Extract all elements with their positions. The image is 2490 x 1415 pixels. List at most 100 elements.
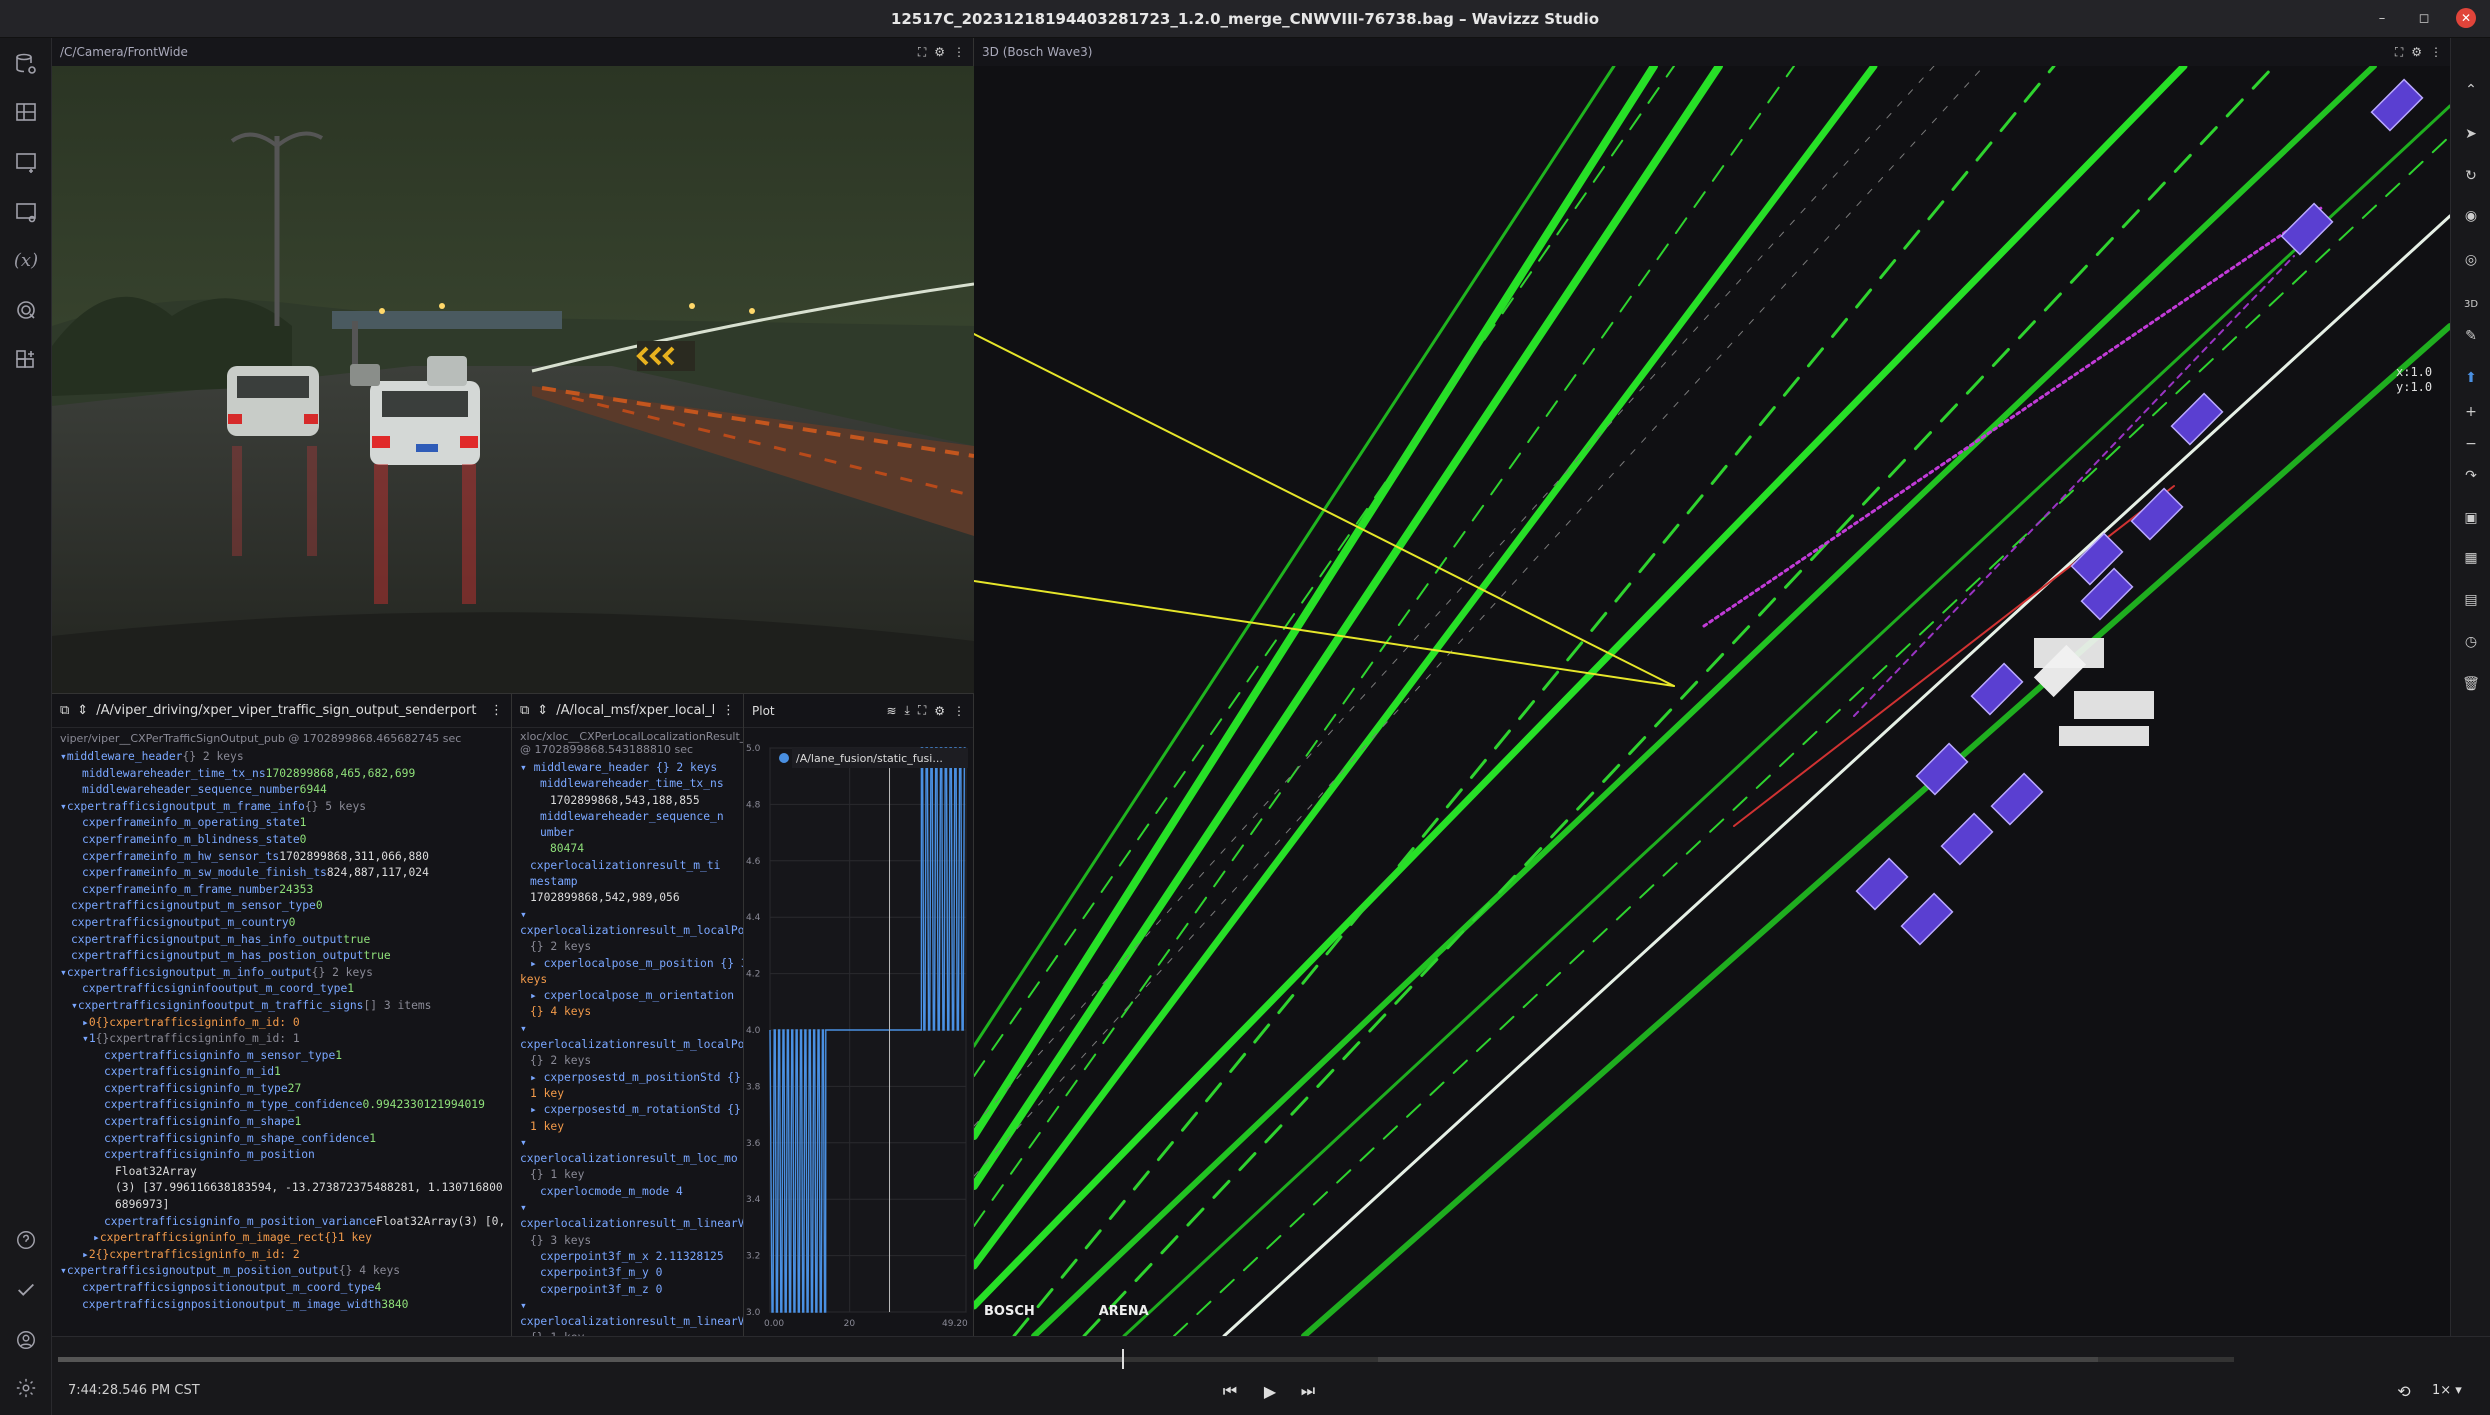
- split-icon[interactable]: ⛶: [2395, 45, 2403, 60]
- database-gear-icon[interactable]: [12, 50, 40, 78]
- expand-toggle-icon[interactable]: ▾: [71, 999, 78, 1012]
- tree-row: (3) [37.99611663818359​4, -13.2738723754…: [56, 1180, 507, 1197]
- msg1-topic[interactable]: /A/viper_driving/xper_viper_traffic_sign…: [96, 703, 482, 718]
- minimize-button[interactable]: –: [2372, 8, 2392, 28]
- split-icon[interactable]: ⛶: [918, 45, 926, 60]
- sort-icon[interactable]: ⇕: [77, 703, 88, 718]
- expand-toggle-icon[interactable]: ▾: [60, 1264, 67, 1277]
- msg2-topic[interactable]: /A/local_msf/xper_local_lo: [556, 703, 714, 718]
- expand-toggle-icon[interactable]: ▾: [60, 750, 67, 763]
- more-icon[interactable]: ⋮: [722, 703, 735, 718]
- skip-back-icon[interactable]: ⏮: [1218, 1379, 1242, 1403]
- panel-add-icon[interactable]: [12, 148, 40, 176]
- variables-icon[interactable]: (x): [12, 246, 40, 274]
- grid-icon[interactable]: ▦: [2461, 548, 2481, 568]
- settings-icon[interactable]: [12, 1374, 40, 1402]
- tree-row[interactable]: ▸2{}cxpertrafficsigninfo_m_id: 2: [56, 1247, 507, 1264]
- timeline-scrubber[interactable]: [58, 1349, 2234, 1369]
- coord-x: x:1.0: [2396, 365, 2433, 379]
- gear-icon[interactable]: ⚙: [2411, 45, 2422, 59]
- msg2-subtitle-line: xloc/xloc__CXPerLocalLocalizationResult_…: [520, 730, 743, 743]
- zoom-out-icon[interactable]: −: [2461, 434, 2481, 454]
- plot-chart[interactable]: 5.0 4.8 4.6 4.4 4.2 4.0 3.8 3.6 3.4 3.2 3.00.00 20 4…: [744, 728, 974, 1336]
- tree-row: ▸ cxperlocalpose_m_position {} 3: [530, 956, 744, 970]
- playback-speed[interactable]: 1× ▾: [2432, 1383, 2462, 1398]
- tree-key: cxpertrafficsignpositionoutput_m_coord_t…: [82, 1281, 375, 1294]
- tree-row: cxpertrafficsigninfooutput_m_coord_type1: [56, 981, 507, 998]
- loop-icon[interactable]: ⟲: [2392, 1379, 2416, 1403]
- reset-view-icon[interactable]: ↷: [2461, 466, 2481, 486]
- chart-icon[interactable]: ≋: [886, 704, 896, 718]
- rotate-icon[interactable]: ↻: [2461, 166, 2481, 186]
- tree-row[interactable]: ▾cxpertrafficsigninfooutput_m_traffic_si…: [56, 998, 507, 1015]
- help-icon[interactable]: [12, 1226, 40, 1254]
- more-icon[interactable]: ⋮: [953, 45, 965, 59]
- tree-key: cxperframeinfo_m_frame_number: [82, 882, 280, 896]
- tree-row: cxperlocalizationresult_m_linearVe: [520, 1217, 744, 1231]
- tree-key: cxpertrafficsignoutput_m_info_output: [66, 965, 312, 979]
- image-icon[interactable]: ▤: [2461, 590, 2481, 610]
- more-icon[interactable]: ⋮: [490, 703, 503, 718]
- download-icon[interactable]: ⤓: [905, 703, 910, 718]
- clock-icon[interactable]: ◷: [2461, 632, 2481, 652]
- copy-icon[interactable]: ⧉: [520, 703, 529, 718]
- skip-forward-icon[interactable]: ⏭: [1296, 1379, 1320, 1403]
- close-button[interactable]: ✕: [2456, 8, 2476, 28]
- check-icon[interactable]: [12, 1276, 40, 1304]
- expand-toggle-icon[interactable]: ▸: [82, 1016, 89, 1029]
- 3d-toggle-icon[interactable]: 3D: [2461, 294, 2481, 314]
- chevron-up-icon[interactable]: ⌃: [2461, 80, 2481, 100]
- tree-row: cxperlocmode_m_mode 4: [540, 1184, 683, 1198]
- tree-row: cxpertrafficsignoutput_m_sensor_type0: [56, 898, 507, 915]
- maximize-button[interactable]: ◻: [2414, 8, 2434, 28]
- tree-row[interactable]: ▾1{}cxpertrafficsigninfo_m_id: 1: [56, 1031, 507, 1048]
- expand-toggle-icon[interactable]: ▾: [60, 800, 67, 813]
- user-icon[interactable]: [12, 1326, 40, 1354]
- expand-toggle-icon[interactable]: ▸: [82, 1248, 89, 1261]
- tree-type: {}: [324, 1231, 338, 1245]
- extensions-icon[interactable]: [12, 296, 40, 324]
- map-icon[interactable]: ▣: [2461, 508, 2481, 528]
- tree-row[interactable]: ▾middleware_header{} 2 keys: [56, 749, 507, 766]
- ruler-icon[interactable]: ✎: [2461, 326, 2481, 346]
- expand-toggle-icon[interactable]: ▾: [60, 966, 67, 979]
- tree-key: middlewareheader_time_tx_ns: [82, 766, 266, 780]
- fullscreen-icon[interactable]: ⛶: [918, 703, 926, 718]
- timeline-cursor[interactable]: [1122, 1349, 1125, 1369]
- msg2-tree: ▾ middleware_header {} 2 keys middlewareh…: [512, 758, 743, 1336]
- x-tick-label: 20: [844, 1319, 856, 1329]
- more-icon[interactable]: ⋮: [953, 704, 965, 718]
- legend-label[interactable]: /A/lane_fusion/static_fusi...: [796, 752, 943, 765]
- tree-key: cxperframeinfo_m_sw_module_finish_ts: [82, 866, 327, 880]
- sort-icon[interactable]: ⇕: [537, 703, 548, 718]
- view-icon[interactable]: ◎: [2461, 250, 2481, 270]
- panel-settings-icon[interactable]: [12, 198, 40, 226]
- tree-row: {} 2 keys: [530, 940, 592, 954]
- tree-row[interactable]: ▾cxpertrafficsignoutput_m_info_output{} …: [56, 965, 507, 982]
- tree-row: {} 2 keys: [530, 1054, 592, 1068]
- playback-time[interactable]: 7:44:28.546 PM CST: [68, 1383, 200, 1398]
- tree-key: middleware_header: [66, 750, 183, 763]
- tree-row[interactable]: ▾cxpertrafficsignoutput_m_frame_info{} 5…: [56, 799, 507, 816]
- gear-icon[interactable]: ⚙: [934, 704, 945, 718]
- expand-toggle-icon[interactable]: ▾: [82, 1032, 89, 1045]
- tree-row[interactable]: ▸cxpertrafficsigninfo_m_image_rect{}1 ke…: [56, 1230, 507, 1247]
- zoom-in-icon[interactable]: +: [2461, 402, 2481, 422]
- 3d-scene[interactable]: [974, 66, 2450, 1336]
- tree-row[interactable]: ▸0{}cxpertrafficsigninfo_m_id: 0: [56, 1015, 507, 1032]
- tree-row[interactable]: ▾cxpertrafficsignoutput_m_position_outpu…: [56, 1263, 507, 1280]
- play-icon[interactable]: ▶: [1258, 1379, 1282, 1403]
- more-icon[interactable]: ⋮: [2430, 45, 2442, 59]
- gear-icon[interactable]: ⚙: [934, 45, 945, 59]
- layout-grid-icon[interactable]: [12, 98, 40, 126]
- select-icon[interactable]: ➤: [2461, 124, 2481, 144]
- mouse-icon[interactable]: ◉: [2461, 206, 2481, 226]
- expand-toggle-icon[interactable]: ▸: [93, 1231, 100, 1244]
- copy-icon[interactable]: ⧉: [60, 703, 69, 718]
- x-tick-label: 0.00: [764, 1319, 784, 1329]
- add-module-icon[interactable]: [12, 346, 40, 374]
- trash-icon[interactable]: 🗑: [2461, 674, 2481, 694]
- pin-icon[interactable]: ⬆: [2461, 368, 2481, 388]
- 3d-panel-title: 3D (Bosch Wave3): [982, 45, 1093, 59]
- plot-panel: Plot ≋ ⤓ ⛶ ⚙ ⋮ 5.0 4.8 4.6 4.4 4.2 4.0 3.8 3.6 3…: [744, 693, 974, 1336]
